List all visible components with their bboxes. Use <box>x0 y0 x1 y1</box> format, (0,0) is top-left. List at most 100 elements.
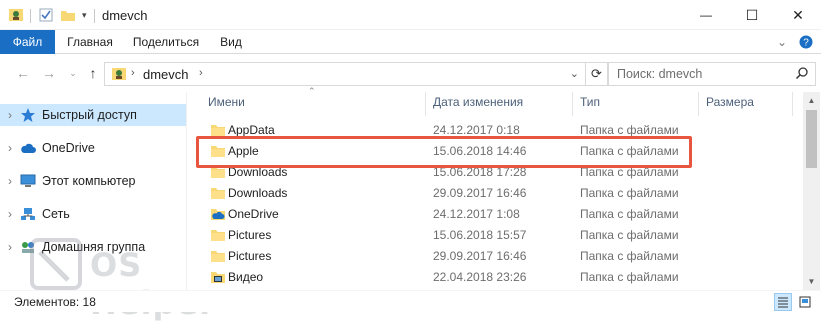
column-divider[interactable] <box>698 92 699 116</box>
column-divider[interactable] <box>572 92 573 116</box>
table-row[interactable]: Pictures 15.06.2018 15:57 Папка с файлами <box>196 225 700 246</box>
breadcrumb-current[interactable]: dmevch <box>143 67 189 82</box>
table-row[interactable]: Downloads 15.06.2018 17:28 Папка с файлами <box>196 162 700 183</box>
tab-file[interactable]: Файл <box>0 30 55 54</box>
recent-locations-icon[interactable]: ⌄ <box>64 64 82 82</box>
sidebar-item-onedrive[interactable]: › OneDrive <box>0 137 186 159</box>
onedrive-folder-icon <box>210 207 226 221</box>
table-row[interactable]: Pictures 29.09.2017 16:46 Папка с файлами <box>196 246 700 267</box>
expand-chevron-icon[interactable]: › <box>0 240 20 254</box>
folder-icon <box>210 144 226 158</box>
tab-share[interactable]: Поделиться <box>128 30 204 54</box>
quick-access-dropdown-icon[interactable]: ▾ <box>82 7 87 23</box>
column-header-name[interactable]: Имени <box>208 92 245 112</box>
sidebar-item-label: Быстрый доступ <box>42 108 137 122</box>
table-row[interactable]: OneDrive 24.12.2017 1:08 Папка с файлами <box>196 204 700 225</box>
folder-icon <box>210 165 226 179</box>
sidebar-item-homegroup[interactable]: › Домашняя группа <box>0 236 186 258</box>
sidebar-item-this-pc[interactable]: › Этот компьютер <box>0 170 186 192</box>
file-name[interactable]: Apple <box>228 144 259 158</box>
file-name[interactable]: Downloads <box>228 186 287 200</box>
details-view-icon[interactable] <box>774 293 792 311</box>
forward-icon[interactable]: → <box>40 64 58 82</box>
homegroup-icon <box>20 239 36 255</box>
navigation-pane: › Быстрый доступ › OneDrive › Этот компь… <box>0 92 186 290</box>
expand-chevron-icon[interactable]: › <box>0 174 20 188</box>
table-row[interactable]: Видео 22.04.2018 23:26 Папка с файлами <box>196 267 700 288</box>
file-date: 24.12.2017 0:18 <box>433 123 520 137</box>
network-icon <box>20 206 36 222</box>
vertical-scrollbar[interactable]: ▲ ▼ <box>803 92 820 290</box>
file-type: Папка с файлами <box>580 144 679 158</box>
file-date: 29.09.2017 16:46 <box>433 186 527 200</box>
ribbon-tabs: Файл Главная Поделиться Вид ⌄ ? <box>0 30 821 54</box>
file-date: 15.06.2018 17:28 <box>433 165 527 179</box>
sort-ascending-icon: ⌃ <box>308 86 316 96</box>
table-row[interactable]: Apple 15.06.2018 14:46 Папка с файлами <box>196 141 700 162</box>
column-header-date[interactable]: Дата изменения <box>433 92 523 112</box>
app-icon[interactable] <box>8 7 24 23</box>
sidebar-item-network[interactable]: › Сеть <box>0 203 186 225</box>
new-folder-icon[interactable] <box>60 7 76 23</box>
column-divider[interactable] <box>425 92 426 116</box>
star-icon <box>20 107 36 123</box>
address-bar[interactable]: › dmevch › ⌄ <box>104 62 586 86</box>
breadcrumb-chevron-icon[interactable]: › <box>199 67 203 79</box>
large-icons-view-icon[interactable] <box>796 293 814 311</box>
scroll-down-icon[interactable]: ▼ <box>803 273 820 290</box>
up-icon[interactable]: ↑ <box>84 64 102 82</box>
scroll-up-icon[interactable]: ▲ <box>803 92 820 109</box>
column-header-size[interactable]: Размера <box>706 92 754 112</box>
ribbon-expand-icon[interactable]: ⌄ <box>772 30 792 54</box>
expand-chevron-icon[interactable]: › <box>0 108 20 122</box>
file-date: 15.06.2018 15:57 <box>433 228 527 242</box>
folder-icon <box>210 123 226 137</box>
file-date: 29.09.2017 16:46 <box>433 249 527 263</box>
file-name[interactable]: Pictures <box>228 228 271 242</box>
file-date: 24.12.2017 1:08 <box>433 207 520 221</box>
file-name[interactable]: Видео <box>228 270 263 284</box>
pane-divider[interactable] <box>186 92 187 290</box>
search-icon <box>795 66 809 83</box>
file-type: Папка с файлами <box>580 249 679 263</box>
file-date: 15.06.2018 14:46 <box>433 144 527 158</box>
folder-icon <box>210 249 226 263</box>
tab-view[interactable]: Вид <box>214 30 248 54</box>
back-icon[interactable]: ← <box>14 64 32 82</box>
sidebar-item-quick-access[interactable]: › Быстрый доступ <box>0 104 186 126</box>
maximize-button[interactable]: ☐ <box>729 0 775 30</box>
expand-chevron-icon[interactable]: › <box>0 207 20 221</box>
properties-icon[interactable] <box>38 7 54 23</box>
user-folder-icon <box>111 66 127 85</box>
scrollbar-thumb[interactable] <box>806 110 817 168</box>
file-name[interactable]: Downloads <box>228 165 287 179</box>
title-bar: ▾ dmevch — ☐ ✕ <box>0 0 821 30</box>
sidebar-item-label: Этот компьютер <box>42 174 136 188</box>
file-type: Папка с файлами <box>580 270 679 284</box>
minimize-button[interactable]: — <box>683 0 729 30</box>
search-input[interactable]: Поиск: dmevch <box>608 62 816 86</box>
tab-home[interactable]: Главная <box>62 30 118 54</box>
window-title: dmevch <box>102 8 148 23</box>
file-name[interactable]: AppData <box>228 123 275 137</box>
file-date: 22.04.2018 23:26 <box>433 270 527 284</box>
item-count: Элементов: 18 <box>14 295 96 309</box>
file-type: Папка с файлами <box>580 186 679 200</box>
file-type: Папка с файлами <box>580 165 679 179</box>
table-row[interactable]: Downloads 29.09.2017 16:46 Папка с файлами <box>196 183 700 204</box>
table-row[interactable]: AppData 24.12.2017 0:18 Папка с файлами <box>196 120 700 141</box>
cloud-icon <box>20 140 36 156</box>
refresh-button[interactable]: ⟳ <box>586 62 608 86</box>
file-name[interactable]: Pictures <box>228 249 271 263</box>
breadcrumb-separator-icon[interactable]: › <box>131 67 135 79</box>
column-divider[interactable] <box>792 92 793 116</box>
computer-icon <box>20 173 36 189</box>
file-name[interactable]: OneDrive <box>228 207 279 221</box>
help-icon[interactable]: ? <box>796 30 816 54</box>
column-header-type[interactable]: Тип <box>580 92 600 112</box>
status-bar: Элементов: 18 <box>0 290 821 312</box>
close-button[interactable]: ✕ <box>775 0 821 30</box>
file-type: Папка с файлами <box>580 207 679 221</box>
address-dropdown-icon[interactable]: ⌄ <box>570 67 579 80</box>
expand-chevron-icon[interactable]: › <box>0 141 20 155</box>
